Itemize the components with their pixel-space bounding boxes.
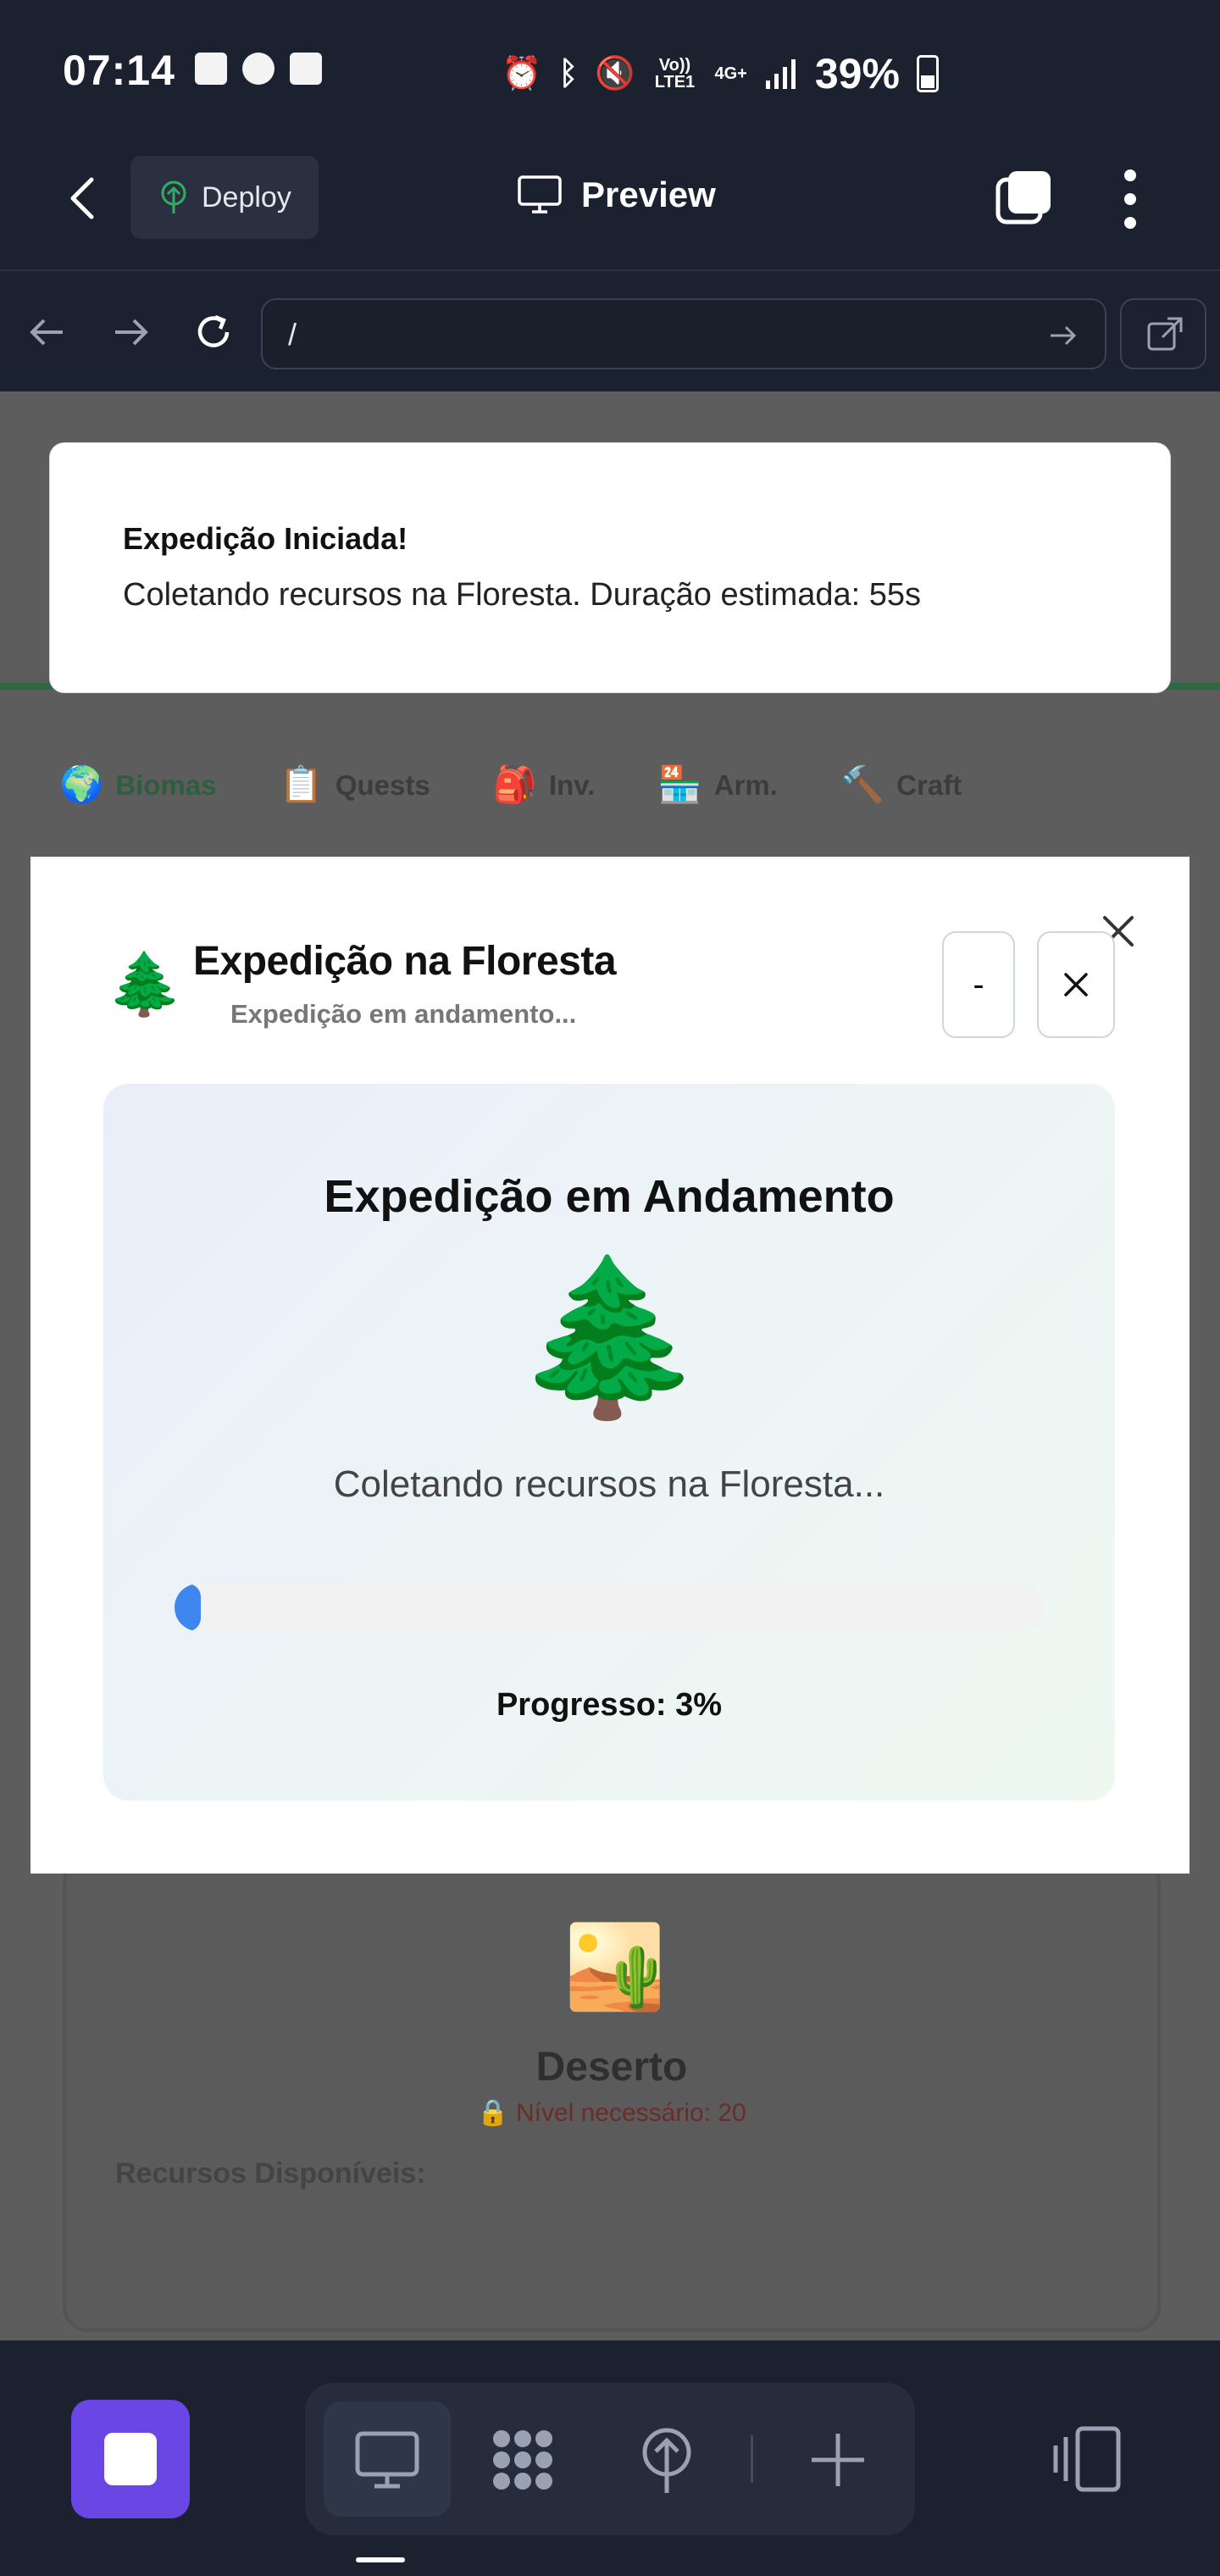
biome-card-deserto[interactable]: 🏜️ Deserto 🔒 Nível necessário: 20 Recurs… bbox=[63, 1857, 1161, 2332]
external-link-icon bbox=[1147, 317, 1183, 351]
close-expedition-button[interactable] bbox=[1037, 931, 1115, 1038]
preview-monitor-icon[interactable] bbox=[351, 2423, 424, 2496]
tab-icon: 🎒 bbox=[492, 764, 537, 804]
stop-button[interactable] bbox=[71, 2400, 190, 2518]
alarm-icon: ⏰ bbox=[502, 56, 542, 92]
app-header: Deploy Preview bbox=[0, 144, 1220, 271]
bottom-toolbar bbox=[0, 2340, 1220, 2576]
workspace-grid-icon[interactable] bbox=[486, 2423, 559, 2496]
progress-label: Progresso: 3% bbox=[496, 1687, 723, 1723]
stop-icon bbox=[104, 2433, 157, 2485]
toast-title: Expedição Iniciada! bbox=[123, 521, 408, 556]
mute-icon: 🔇 bbox=[595, 56, 635, 92]
go-arrow-icon[interactable] bbox=[1045, 319, 1079, 353]
page-tab-biomas[interactable]: 🌍 Biomas bbox=[59, 764, 217, 806]
expedition-message: Coletando recursos na Floresta... bbox=[333, 1463, 885, 1505]
modal-title: Expedição na Floresta bbox=[193, 939, 617, 984]
progress-bar bbox=[175, 1584, 1044, 1631]
toast-notification: Expedição Iniciada! Coletando recursos n… bbox=[49, 442, 1171, 693]
page-tab-inv[interactable]: 🎒 Inv. bbox=[493, 764, 596, 806]
volte-label: Vo)) LTE1 bbox=[654, 56, 696, 92]
preview-label: Preview bbox=[581, 175, 716, 214]
url-input[interactable]: / bbox=[261, 298, 1106, 369]
tab-icon: 🏪 bbox=[657, 764, 702, 804]
deploy-label: Deploy bbox=[202, 180, 291, 214]
expedition-status-panel: Expedição em Andamento 🌲 Coletando recur… bbox=[103, 1084, 1115, 1801]
page-tab-arm[interactable]: 🏪 Arm. bbox=[657, 764, 777, 806]
resources-label: Recursos Disponíveis: bbox=[115, 2157, 426, 2190]
browser-back-icon[interactable] bbox=[24, 308, 71, 356]
page-tab-craft[interactable]: 🔨 Craft bbox=[840, 764, 962, 806]
tab-label: Inv. bbox=[548, 769, 596, 801]
desert-icon: 🏜️ bbox=[564, 1922, 666, 2012]
browser-toolbar: / bbox=[0, 273, 1220, 391]
progress-bar-fill bbox=[175, 1584, 201, 1631]
back-chevron-icon[interactable] bbox=[59, 173, 110, 224]
tabs-switcher-icon[interactable] bbox=[995, 168, 1054, 227]
biome-level-required: 🔒 Nível necessário: 20 bbox=[477, 2099, 746, 2127]
notification-icons bbox=[195, 53, 322, 85]
preview-tab[interactable]: Preview bbox=[517, 175, 716, 215]
deploy-icon bbox=[161, 180, 186, 214]
deploy-dock-icon[interactable] bbox=[630, 2423, 703, 2496]
tab-label: Arm. bbox=[713, 769, 778, 801]
expedition-heading: Expedição em Andamento bbox=[324, 1171, 895, 1222]
signal-icon bbox=[765, 59, 796, 89]
gallery-icon bbox=[195, 53, 227, 85]
page-tab-bar: 🌍 Biomas 📋 Quests 🎒 Inv. 🏪 Arm. 🔨 Craft bbox=[59, 764, 1024, 806]
network-type-label: 4G+ bbox=[714, 64, 747, 83]
url-text: / bbox=[288, 317, 297, 352]
tab-label: Quests bbox=[335, 769, 430, 801]
split-view-icon[interactable] bbox=[1049, 2420, 1127, 2498]
deploy-button[interactable]: Deploy bbox=[130, 156, 319, 239]
system-icons: ⏰ ᛒ 🔇 Vo)) LTE1 4G+ 39% bbox=[502, 49, 939, 98]
page-tab-quests[interactable]: 📋 Quests bbox=[280, 764, 430, 806]
open-external-button[interactable] bbox=[1120, 298, 1206, 369]
biome-name: Deserto bbox=[535, 2045, 688, 2090]
battery-icon bbox=[916, 55, 939, 92]
bluetooth-icon: ᛒ bbox=[558, 55, 579, 92]
tab-icon: 🌍 bbox=[59, 764, 104, 804]
more-options-icon[interactable] bbox=[1118, 169, 1142, 229]
home-indicator bbox=[356, 2557, 405, 2562]
add-icon[interactable] bbox=[801, 2423, 874, 2496]
toast-body: Coletando recursos na Floresta. Duração … bbox=[123, 577, 922, 613]
tab-label: Biomas bbox=[115, 769, 217, 801]
battery-percent: 39% bbox=[814, 50, 900, 97]
tree-icon: 🌲 bbox=[107, 951, 183, 1019]
reload-icon[interactable] bbox=[190, 308, 237, 356]
monitor-icon bbox=[518, 175, 562, 214]
expedition-modal: 🌲 Expedição na Floresta Expedição em and… bbox=[30, 857, 1190, 1874]
status-bar: 07:14 ⏰ ᛒ 🔇 Vo)) LTE1 4G+ 39% bbox=[0, 0, 1220, 144]
close-icon bbox=[1064, 973, 1088, 997]
forest-tree-icon: 🌲 bbox=[513, 1252, 705, 1423]
tab-icon: 📋 bbox=[279, 764, 324, 804]
status-time: 07:14 bbox=[63, 47, 175, 94]
voicemail-icon bbox=[290, 53, 322, 85]
app-notification-icon bbox=[242, 53, 274, 85]
tab-label: Craft bbox=[896, 769, 962, 801]
browser-forward-icon[interactable] bbox=[107, 308, 154, 356]
tab-icon: 🔨 bbox=[840, 764, 885, 804]
dock-separator bbox=[751, 2435, 753, 2483]
minimize-button[interactable]: - bbox=[942, 931, 1015, 1038]
bottom-dock bbox=[305, 2383, 915, 2535]
modal-subtitle: Expedição em andamento... bbox=[230, 999, 577, 1029]
